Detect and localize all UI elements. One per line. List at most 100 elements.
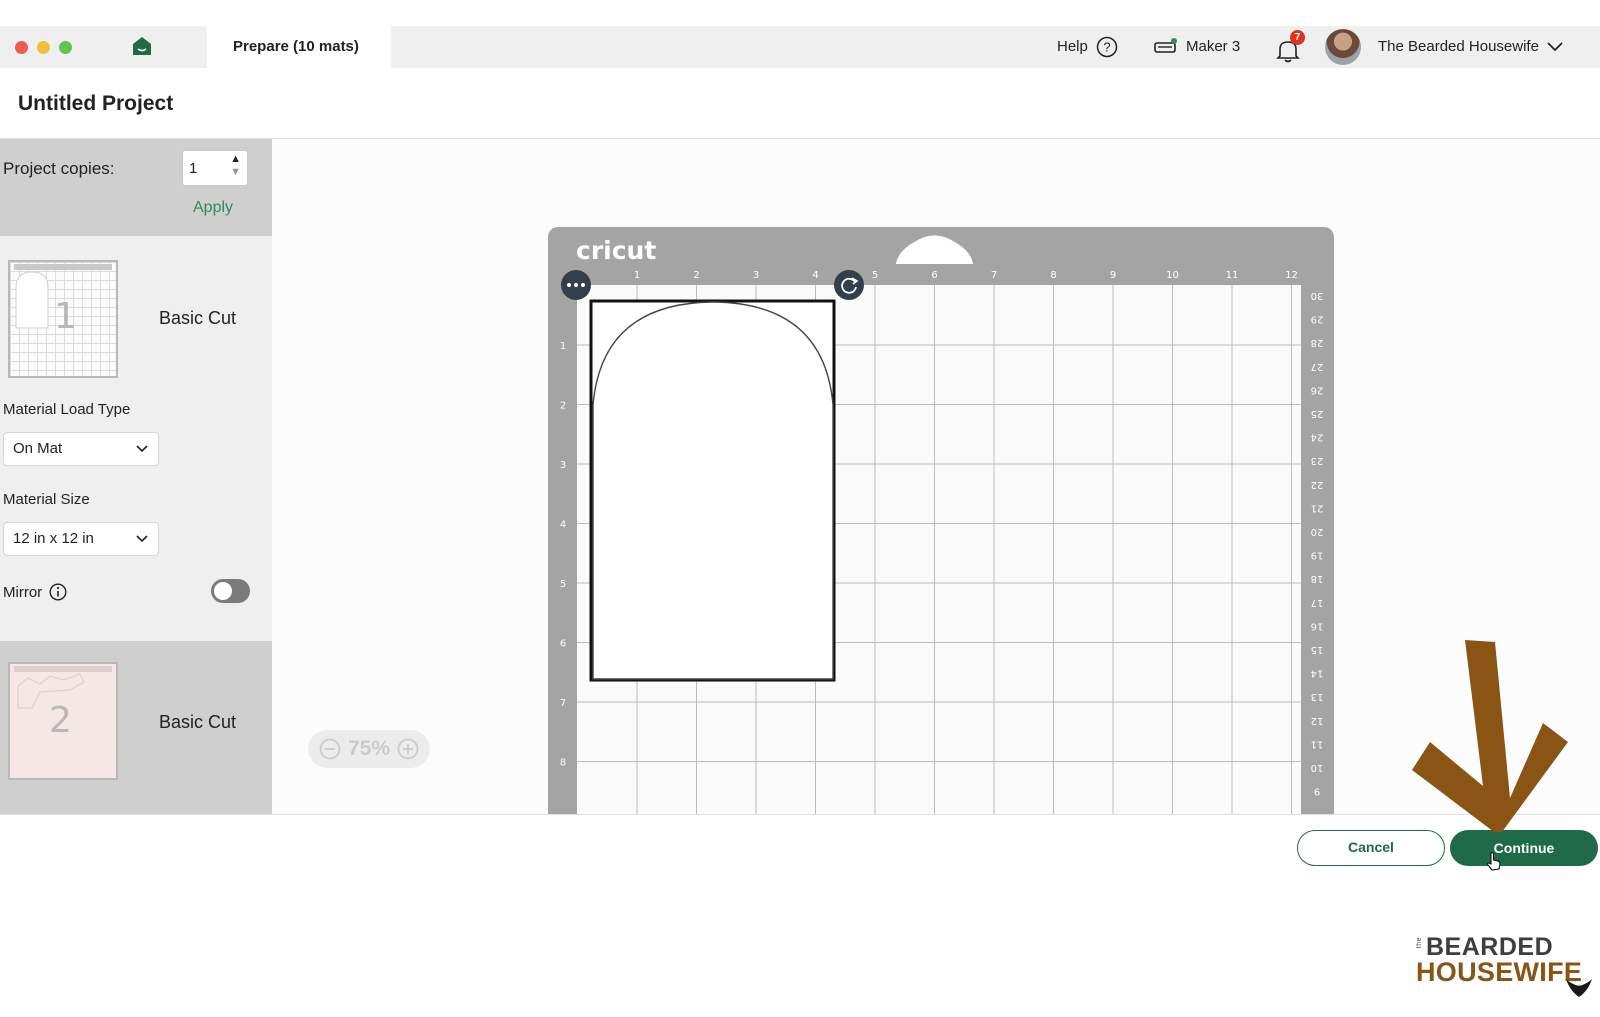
svg-text:?: ? [1103,40,1110,55]
avatar[interactable] [1325,29,1361,65]
top-ruler-label: 4 [812,270,818,281]
zoom-out-icon[interactable] [319,738,341,760]
home-icon[interactable] [132,36,152,56]
material-load-type-label: Material Load Type [3,401,131,418]
left-ruler-label: 1 [560,341,566,352]
beard-icon [1566,979,1592,997]
zoom-level: 75% [347,737,391,760]
mat-label-2: Basic Cut [159,712,237,732]
right-ruler-label: 25 [1311,408,1324,419]
project-copies-input[interactable]: 1 ▲ ▼ [182,150,248,186]
mat-thumbnail-1[interactable]: 1 [8,260,118,378]
machine-selector[interactable]: Maker 3 [1154,26,1240,68]
project-copies-panel: Project copies: 1 ▲ ▼ Apply [0,139,272,236]
arrow-pointer-icon [1412,640,1568,832]
stepper-up-icon[interactable]: ▲ [230,154,241,165]
info-icon[interactable] [49,583,67,601]
top-ruler-label: 10 [1166,270,1179,281]
help-label: Help [1057,38,1088,55]
mat-label-1: Basic Cut [159,308,237,328]
top-bar: Prepare (10 mats) Help ? Maker 3 7 The B… [0,26,1600,68]
right-ruler-label: 14 [1311,668,1324,679]
right-ruler-label: 30 [1311,290,1324,301]
chevron-down-icon [136,535,148,543]
mat-canvas[interactable]: cricut 1 2 3 4 5 6 7 8 9 10 11 12 12345678 30 29 28 27… [272,139,1600,814]
watermark-line-2: HOUSEWIFE [1416,957,1583,987]
right-ruler-label: 15 [1311,644,1324,655]
mirror-label-row: Mirror [3,583,67,601]
material-load-type-value: On Mat [13,440,63,457]
top-ruler-label: 2 [693,270,699,281]
mat-card-1[interactable]: 1 Basic Cut Material Load Type On Mat Ma… [0,236,272,641]
cutting-mat: cricut 1 2 3 4 5 6 7 8 9 10 11 12 12345678 30292827… [548,227,1334,814]
toggle-knob [214,582,232,600]
right-ruler-label: 28 [1311,337,1324,348]
window-minimize-button[interactable] [37,41,50,54]
top-ruler-label: 11 [1226,270,1239,281]
material-size-value: 12 in x 12 in [13,530,94,547]
right-ruler-label: 29 [1311,314,1324,325]
user-name: The Bearded Housewife [1378,38,1539,55]
right-ruler-label: 17 [1311,597,1324,608]
left-ruler-label: 2 [560,401,566,412]
right-ruler-label: 11 [1311,738,1324,749]
chevron-down-icon [136,445,148,453]
mat-thumbnail-2[interactable]: 2 [8,662,118,780]
zoom-control: 75% [308,730,430,768]
machine-label: Maker 3 [1186,38,1241,55]
mat-brand: cricut [576,236,656,265]
right-ruler-label: 20 [1311,526,1324,537]
right-ruler-label: 9 [1314,786,1320,797]
cutting-machine-icon [1154,38,1177,53]
apply-button[interactable]: Apply [193,199,233,217]
left-ruler-label: 8 [560,758,566,769]
right-ruler-label: 13 [1311,691,1324,702]
watermark-small-text: the [1416,937,1423,949]
zoom-in-icon[interactable] [397,738,419,760]
help-link[interactable]: Help ? [1057,26,1118,68]
top-ruler-label: 12 [1285,270,1298,281]
left-ruler-label: 4 [560,520,566,531]
mat-card-2[interactable]: 2 Basic Cut [0,641,272,814]
rotate-icon[interactable] [834,270,864,300]
top-ruler-label: 6 [931,270,937,281]
watermark-logo: the BEARDED HOUSEWIFE [1416,933,1596,1003]
top-ruler-label: 5 [872,270,878,281]
right-ruler-label: 27 [1311,361,1324,372]
mat-number-1: 1 [54,296,77,337]
top-ruler-label: 8 [1050,270,1056,281]
hand-cursor-icon [1487,852,1501,871]
top-ruler-label: 7 [991,270,997,281]
project-copies-value: 1 [189,160,198,177]
right-ruler-label: 16 [1311,620,1324,631]
right-ruler-label: 10 [1311,762,1324,773]
material-load-type-select[interactable]: On Mat [3,432,159,466]
question-circle-icon: ? [1096,36,1118,58]
mat-number-2: 2 [49,700,72,741]
material-size-select[interactable]: 12 in x 12 in [3,522,159,556]
stepper-down-icon[interactable]: ▼ [230,167,241,178]
window-zoom-button[interactable] [59,41,72,54]
chevron-down-icon [1547,42,1563,52]
user-menu[interactable]: The Bearded Housewife [1378,26,1563,68]
left-ruler-label: 6 [560,639,566,650]
left-ruler-label: 7 [560,698,566,709]
right-ruler-label: 22 [1311,479,1324,490]
more-options-icon[interactable] [561,270,591,300]
right-ruler-label: 21 [1311,502,1324,513]
material-size-label: Material Size [3,491,90,508]
window-close-button[interactable] [15,41,28,54]
right-ruler-label: 26 [1311,384,1324,395]
divider [0,814,1600,815]
tab-prepare[interactable]: Prepare (10 mats) [207,26,391,68]
right-ruler-label: 12 [1311,715,1324,726]
arch-shape[interactable] [592,301,834,680]
right-ruler-label: 18 [1311,573,1324,584]
notifications-button[interactable]: 7 [1276,30,1305,63]
notification-badge: 7 [1290,30,1305,45]
right-ruler-label: 19 [1311,550,1324,561]
mirror-label: Mirror [3,583,43,601]
left-ruler-label: 5 [560,579,566,590]
top-ruler-label: 9 [1110,270,1116,281]
mirror-toggle[interactable] [211,579,250,603]
